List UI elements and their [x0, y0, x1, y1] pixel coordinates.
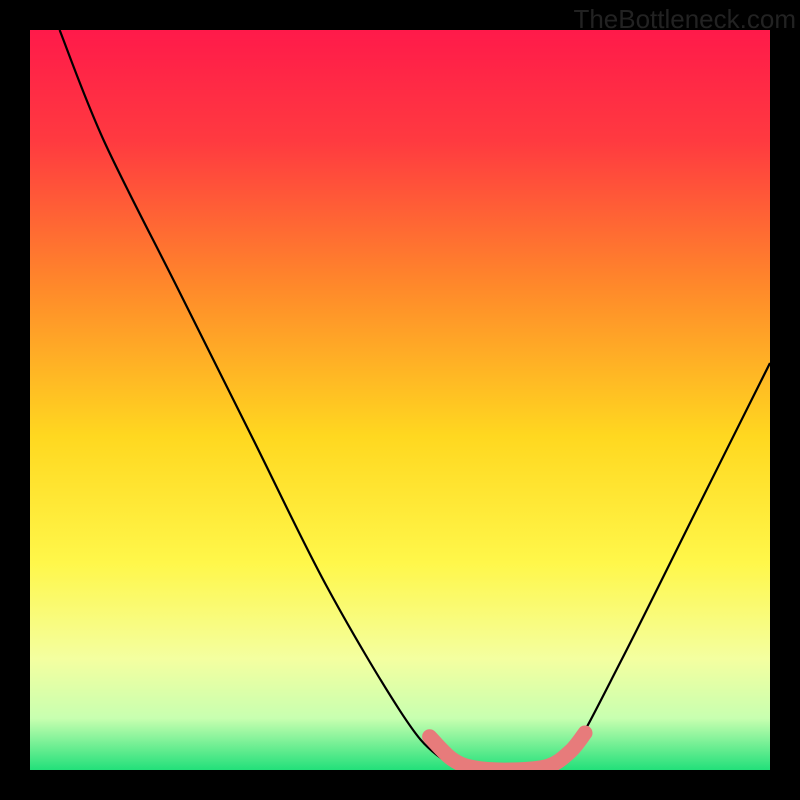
- plot-area: [30, 30, 770, 770]
- gradient-background: [30, 30, 770, 770]
- chart-root: TheBottleneck.com: [0, 0, 800, 800]
- watermark-text: TheBottleneck.com: [573, 4, 796, 35]
- chart-svg: [30, 30, 770, 770]
